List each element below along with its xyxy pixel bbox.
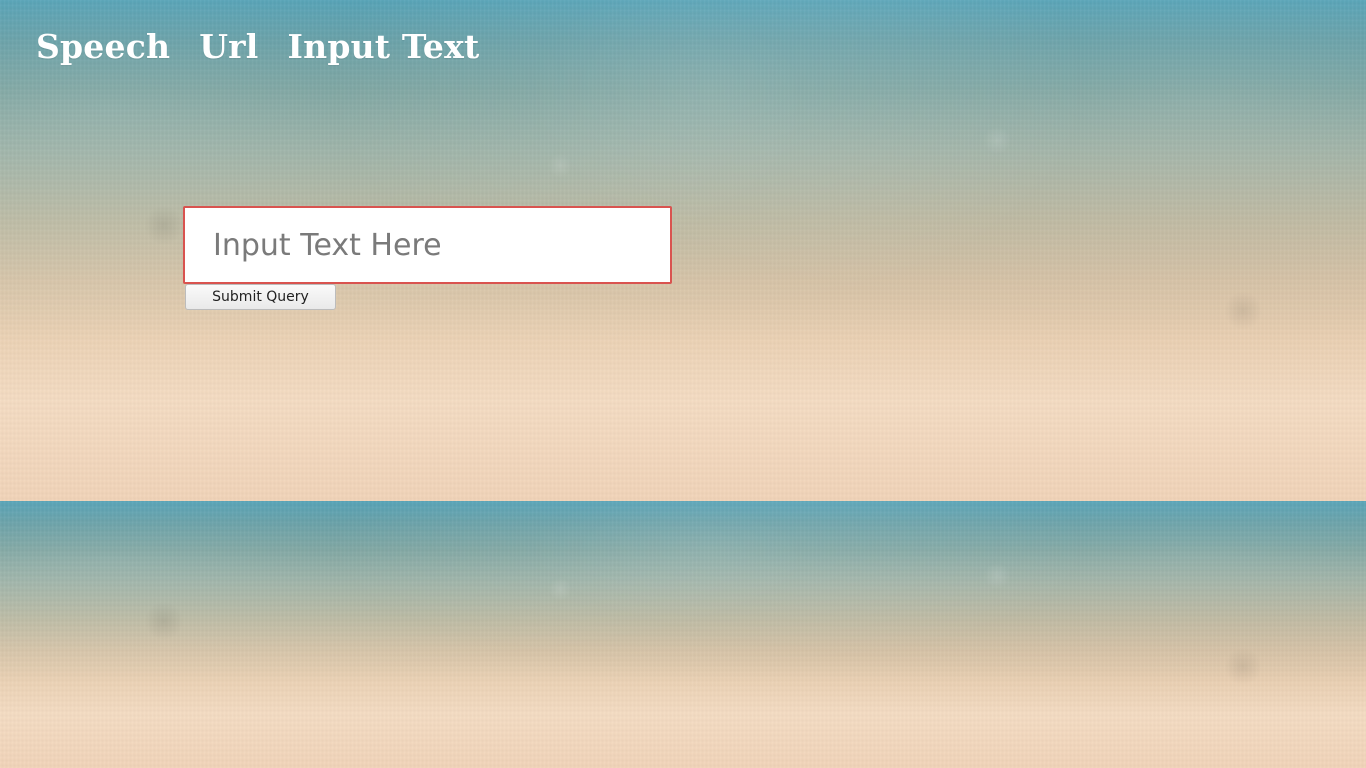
text-input-field[interactable] — [183, 206, 672, 284]
nav-input-text-link[interactable]: Input Text — [288, 30, 480, 63]
submit-query-button[interactable]: Submit Query — [185, 284, 336, 310]
background-bottom — [0, 501, 1366, 768]
top-navigation: Speech Url Input Text — [36, 30, 479, 63]
nav-speech-link[interactable]: Speech — [36, 30, 170, 63]
query-form: Submit Query — [183, 206, 672, 310]
nav-url-link[interactable]: Url — [199, 30, 258, 63]
